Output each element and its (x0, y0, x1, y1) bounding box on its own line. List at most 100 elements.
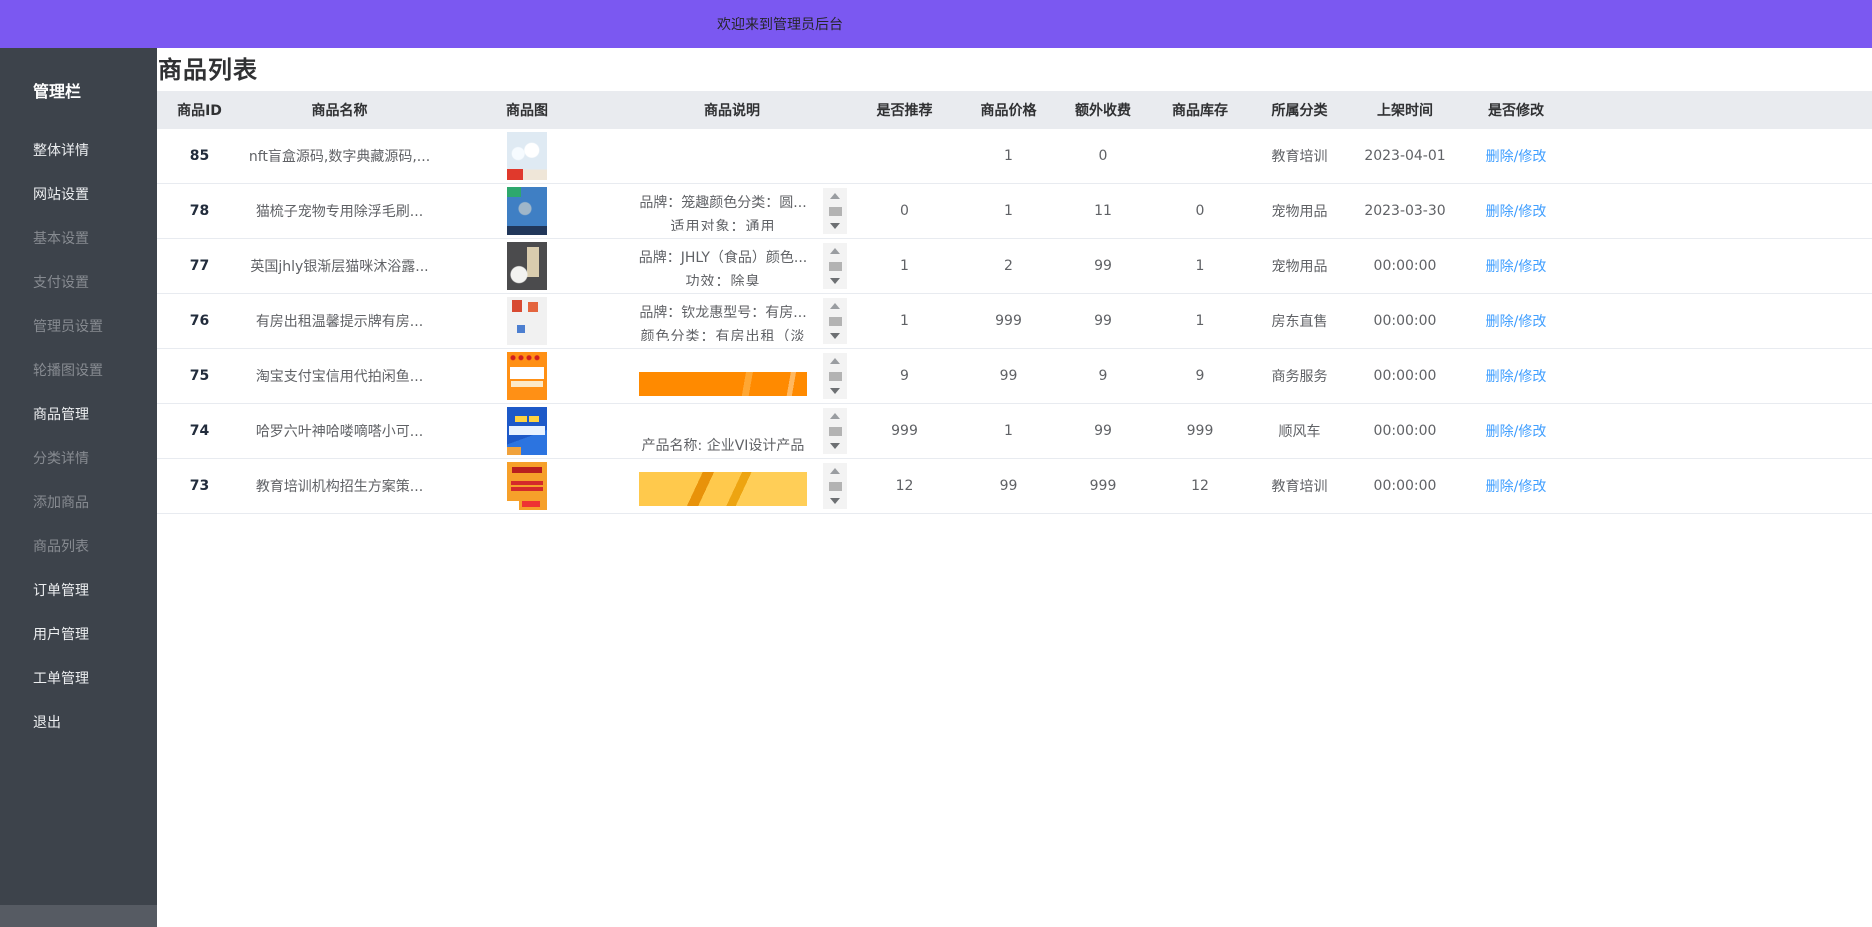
sidebar-item-12[interactable]: 工单管理 (0, 656, 157, 700)
scroll-up-icon[interactable] (830, 248, 840, 254)
sidebar-item-9[interactable]: 商品列表 (0, 524, 157, 568)
scroll-down-icon[interactable] (830, 443, 840, 449)
product-image-cell (437, 132, 617, 180)
scroll-up-icon[interactable] (830, 358, 840, 364)
description-scrollbar[interactable] (823, 408, 847, 454)
sidebar-item-0[interactable]: 整体详情 (0, 128, 157, 172)
extra-fee-value: 99 (1055, 313, 1151, 329)
scroll-up-icon[interactable] (830, 468, 840, 474)
table-row: 75 淘宝支付宝信用代拍闲鱼... 9 99 9 9 商务服务 00:00:00… (157, 349, 1872, 404)
product-description (617, 353, 847, 399)
product-description: 产品名称: 企业VI设计产品 (617, 408, 847, 454)
scroll-down-icon[interactable] (830, 278, 840, 284)
delete-modify-link[interactable]: 删除/修改 (1486, 204, 1547, 220)
sidebar-item-1[interactable]: 网站设置 (0, 172, 157, 216)
description-text: 品牌：钦龙惠型号：有房...颜色分类：有房出租（淡 (623, 301, 823, 341)
delete-modify-link[interactable]: 删除/修改 (1486, 479, 1547, 495)
price-value: 2 (962, 258, 1055, 274)
product-id: 85 (157, 148, 242, 164)
delete-modify-link[interactable]: 删除/修改 (1486, 259, 1547, 275)
sidebar-item-11[interactable]: 用户管理 (0, 612, 157, 656)
description-text (623, 466, 823, 506)
stock-value: 1 (1151, 313, 1249, 329)
product-id: 77 (157, 258, 242, 274)
sidebar-item-6[interactable]: 商品管理 (0, 392, 157, 436)
table-row: 85 nft盲盒源码,数字典藏源码,... 1 0 教育培训 2023-04-0… (157, 129, 1872, 184)
action-cell: 删除/修改 (1460, 311, 1572, 331)
delete-modify-link[interactable]: 删除/修改 (1486, 149, 1547, 165)
column-header: 上架时间 (1350, 100, 1460, 120)
sidebar-item-2[interactable]: 基本设置 (0, 216, 157, 260)
table-row: 77 英国jhly银渐层猫咪沐浴露... 品牌：JHLY（食品）颜色...功效：… (157, 239, 1872, 294)
category-value: 教育培训 (1249, 476, 1350, 496)
scroll-thumb[interactable] (829, 262, 842, 271)
product-thumbnail[interactable] (507, 352, 547, 400)
extra-fee-value: 9 (1055, 368, 1151, 384)
product-thumbnail[interactable] (507, 297, 547, 345)
sidebar-item-10[interactable]: 订单管理 (0, 568, 157, 612)
recommend-value: 12 (847, 478, 962, 494)
extra-fee-value: 11 (1055, 203, 1151, 219)
delete-modify-link[interactable]: 删除/修改 (1486, 369, 1547, 385)
product-name: 教育培训机构招生方案策... (242, 476, 437, 496)
table-row: 73 教育培训机构招生方案策... 12 99 999 12 教育培训 00:0… (157, 459, 1872, 514)
description-image (639, 372, 807, 396)
table-row: 76 有房出租温馨提示牌有房... 品牌：钦龙惠型号：有房...颜色分类：有房出… (157, 294, 1872, 349)
column-header: 是否推荐 (847, 100, 962, 120)
price-value: 1 (962, 148, 1055, 164)
delete-modify-link[interactable]: 删除/修改 (1486, 314, 1547, 330)
recommend-value: 9 (847, 368, 962, 384)
product-thumbnail[interactable] (507, 187, 547, 235)
product-image-cell (437, 187, 617, 235)
description-scrollbar[interactable] (823, 298, 847, 344)
sidebar-item-4[interactable]: 管理员设置 (0, 304, 157, 348)
category-value: 顺风车 (1249, 421, 1350, 441)
scroll-thumb[interactable] (829, 482, 842, 491)
product-image-cell (437, 407, 617, 455)
description-text: 产品名称: 企业VI设计产品 (623, 411, 823, 451)
description-text: 品牌：JHLY（食品）颜色...功效：除臭 (623, 246, 823, 286)
scroll-down-icon[interactable] (830, 333, 840, 339)
description-scrollbar[interactable] (823, 353, 847, 399)
scroll-down-icon[interactable] (830, 388, 840, 394)
scroll-thumb[interactable] (829, 372, 842, 381)
sidebar-item-7[interactable]: 分类详情 (0, 436, 157, 480)
delete-modify-link[interactable]: 删除/修改 (1486, 424, 1547, 440)
scroll-thumb[interactable] (829, 317, 842, 326)
product-thumbnail[interactable] (507, 242, 547, 290)
description-scrollbar[interactable] (823, 463, 847, 509)
sidebar-item-13[interactable]: 退出 (0, 700, 157, 744)
extra-fee-value: 999 (1055, 478, 1151, 494)
category-value: 宠物用品 (1249, 256, 1350, 276)
product-id: 78 (157, 203, 242, 219)
sidebar-title: 管理栏 (0, 48, 157, 102)
sidebar-item-8[interactable]: 添加商品 (0, 480, 157, 524)
listing-time: 00:00:00 (1350, 478, 1460, 494)
price-value: 99 (962, 368, 1055, 384)
description-scrollbar[interactable] (823, 243, 847, 289)
product-name: 英国jhly银渐层猫咪沐浴露... (242, 256, 437, 276)
price-value: 99 (962, 478, 1055, 494)
scroll-up-icon[interactable] (830, 193, 840, 199)
product-name: 淘宝支付宝信用代拍闲鱼... (242, 366, 437, 386)
scroll-up-icon[interactable] (830, 303, 840, 309)
sidebar-item-3[interactable]: 支付设置 (0, 260, 157, 304)
scroll-thumb[interactable] (829, 427, 842, 436)
sidebar-item-5[interactable]: 轮播图设置 (0, 348, 157, 392)
extra-fee-value: 99 (1055, 258, 1151, 274)
product-thumbnail[interactable] (507, 462, 547, 510)
product-thumbnail[interactable] (507, 132, 547, 180)
scroll-down-icon[interactable] (830, 498, 840, 504)
description-scrollbar[interactable] (823, 188, 847, 234)
sidebar: 管理栏 整体详情网站设置基本设置支付设置管理员设置轮播图设置商品管理分类详情添加… (0, 48, 157, 905)
product-thumbnail[interactable] (507, 407, 547, 455)
category-value: 商务服务 (1249, 366, 1350, 386)
scroll-down-icon[interactable] (830, 223, 840, 229)
table-body: 85 nft盲盒源码,数字典藏源码,... 1 0 教育培训 2023-04-0… (157, 129, 1872, 514)
scroll-thumb[interactable] (829, 207, 842, 216)
scroll-up-icon[interactable] (830, 413, 840, 419)
product-description: 品牌：JHLY（食品）颜色...功效：除臭 (617, 243, 847, 289)
topbar: 欢迎来到管理员后台 (0, 0, 1872, 48)
product-id: 73 (157, 478, 242, 494)
product-table: 商品ID商品名称商品图商品说明是否推荐商品价格额外收费商品库存所属分类上架时间是… (157, 91, 1872, 514)
